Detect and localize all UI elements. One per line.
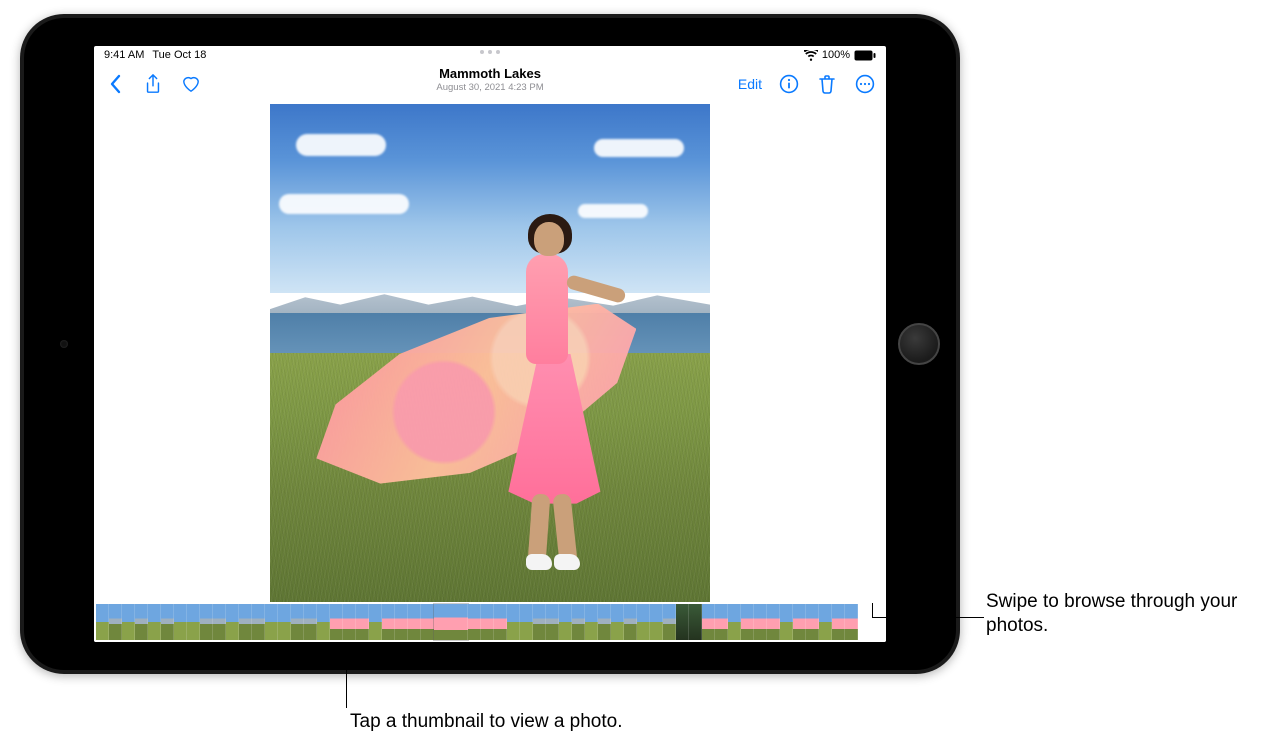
thumbnail[interactable] bbox=[832, 604, 845, 640]
callout-tap: Tap a thumbnail to view a photo. bbox=[350, 710, 623, 734]
more-button[interactable] bbox=[854, 73, 876, 95]
thumbnail[interactable] bbox=[96, 604, 109, 640]
thumbnail[interactable] bbox=[343, 604, 356, 640]
thumbnail[interactable] bbox=[265, 604, 278, 640]
thumbnail[interactable] bbox=[213, 604, 226, 640]
multitask-dots[interactable] bbox=[480, 50, 500, 54]
thumbnail[interactable] bbox=[226, 604, 239, 640]
thumbnail[interactable] bbox=[317, 604, 330, 640]
thumbnail[interactable] bbox=[408, 604, 421, 640]
photo-title: Mammoth Lakes bbox=[436, 66, 543, 81]
thumbnail[interactable] bbox=[330, 604, 343, 640]
thumbnail[interactable] bbox=[767, 604, 780, 640]
nav-bar: Mammoth Lakes August 30, 2021 4:23 PM Ed… bbox=[94, 64, 886, 104]
thumbnail[interactable] bbox=[533, 604, 546, 640]
thumbnail[interactable] bbox=[187, 604, 200, 640]
thumbnail[interactable] bbox=[572, 604, 585, 640]
main-photo[interactable] bbox=[270, 104, 710, 602]
thumbnail[interactable] bbox=[598, 604, 611, 640]
thumbnail[interactable] bbox=[200, 604, 213, 640]
thumbnail[interactable] bbox=[421, 604, 434, 640]
thumbnail[interactable] bbox=[468, 604, 481, 640]
status-bar: 9:41 AM Tue Oct 18 100% bbox=[94, 46, 886, 64]
thumbnail[interactable] bbox=[754, 604, 767, 640]
thumbnail[interactable] bbox=[135, 604, 148, 640]
thumbnail[interactable] bbox=[481, 604, 494, 640]
callout-swipe: Swipe to browse through your photos. bbox=[986, 590, 1266, 638]
thumbnail[interactable] bbox=[304, 604, 317, 640]
thumbnail[interactable] bbox=[369, 604, 382, 640]
photo-subtitle: August 30, 2021 4:23 PM bbox=[436, 82, 543, 93]
thumbnail[interactable] bbox=[663, 604, 676, 640]
thumbnail[interactable] bbox=[161, 604, 174, 640]
thumbnail[interactable] bbox=[689, 604, 702, 640]
thumbnail[interactable] bbox=[676, 604, 689, 640]
thumbnail[interactable] bbox=[793, 604, 806, 640]
thumbnail[interactable] bbox=[122, 604, 135, 640]
thumbnail[interactable] bbox=[715, 604, 728, 640]
wifi-icon bbox=[804, 50, 818, 61]
thumbnail[interactable] bbox=[395, 604, 408, 640]
status-time: 9:41 AM bbox=[104, 49, 144, 61]
thumbnail[interactable] bbox=[278, 604, 291, 640]
thumbnail[interactable] bbox=[382, 604, 395, 640]
delete-button[interactable] bbox=[816, 73, 838, 95]
thumbnail[interactable] bbox=[780, 604, 793, 640]
thumbnail[interactable] bbox=[507, 604, 520, 640]
thumbnail[interactable] bbox=[611, 604, 624, 640]
thumbnail[interactable] bbox=[819, 604, 832, 640]
front-camera bbox=[60, 340, 68, 348]
screen: 9:41 AM Tue Oct 18 100% bbox=[94, 46, 886, 642]
thumbnail-selected[interactable] bbox=[434, 604, 468, 640]
thumbnail[interactable] bbox=[637, 604, 650, 640]
thumbnail[interactable] bbox=[702, 604, 715, 640]
battery-percent: 100% bbox=[822, 49, 850, 61]
callout-leader bbox=[872, 617, 984, 618]
thumbnail[interactable] bbox=[806, 604, 819, 640]
thumbnail[interactable] bbox=[109, 604, 122, 640]
battery-icon bbox=[854, 50, 876, 61]
status-date: Tue Oct 18 bbox=[152, 49, 206, 61]
thumbnail[interactable] bbox=[494, 604, 507, 640]
photo-viewer[interactable] bbox=[94, 104, 886, 602]
share-button[interactable] bbox=[142, 73, 164, 95]
thumbnail[interactable] bbox=[585, 604, 598, 640]
home-button[interactable] bbox=[898, 323, 940, 365]
thumbnail[interactable] bbox=[148, 604, 161, 640]
thumbnail[interactable] bbox=[252, 604, 265, 640]
thumbnail[interactable] bbox=[650, 604, 663, 640]
ipad-device-frame: 9:41 AM Tue Oct 18 100% bbox=[20, 14, 960, 674]
thumbnail[interactable] bbox=[546, 604, 559, 640]
favorite-button[interactable] bbox=[180, 73, 202, 95]
callout-leader bbox=[872, 603, 873, 617]
thumbnail[interactable] bbox=[174, 604, 187, 640]
thumbnail-strip[interactable] bbox=[94, 602, 886, 642]
thumbnail[interactable] bbox=[291, 604, 304, 640]
info-button[interactable] bbox=[778, 73, 800, 95]
thumbnail[interactable] bbox=[624, 604, 637, 640]
thumbnail[interactable] bbox=[239, 604, 252, 640]
callout-leader bbox=[346, 646, 347, 708]
edit-button[interactable]: Edit bbox=[738, 76, 762, 92]
back-button[interactable] bbox=[104, 73, 126, 95]
thumbnail[interactable] bbox=[741, 604, 754, 640]
thumbnail[interactable] bbox=[520, 604, 533, 640]
thumbnail[interactable] bbox=[845, 604, 858, 640]
thumbnail[interactable] bbox=[728, 604, 741, 640]
thumbnail[interactable] bbox=[559, 604, 572, 640]
thumbnail[interactable] bbox=[356, 604, 369, 640]
